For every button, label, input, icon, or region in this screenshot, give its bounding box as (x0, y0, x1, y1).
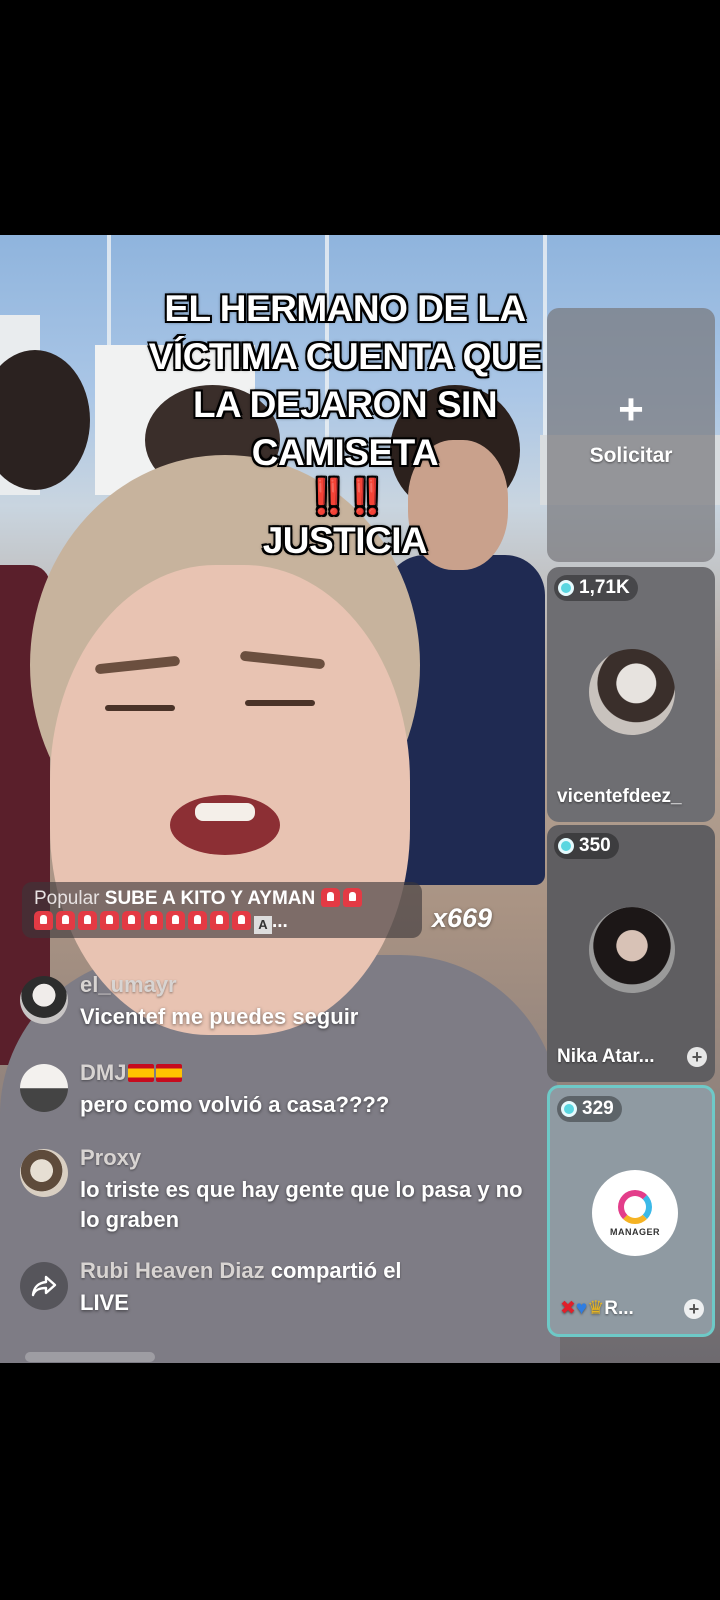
guest-name-row: ✖♥♛R... + (560, 1297, 704, 1320)
guest-name: vicentefdeez_ (557, 786, 682, 807)
streamer-eye (105, 705, 175, 711)
manager-logo-icon (618, 1189, 652, 1224)
crown-icon: ♛ (587, 1298, 605, 1319)
streamer-eye (245, 700, 315, 706)
guest-avatar-logo[interactable]: MANAGER (592, 1170, 678, 1256)
viewer-count-badge: 1,71K (554, 575, 638, 601)
caption-line: JUSTICIA (262, 520, 428, 561)
viewer-count-badge: 329 (557, 1096, 622, 1122)
siren-icon (320, 888, 340, 907)
comment-username: DMJ (80, 1060, 127, 1085)
caption-line: EL HERMANO DE LA (164, 288, 526, 329)
logo-text: MANAGER (610, 1226, 660, 1237)
siren-icon (144, 911, 163, 930)
screen: EL HERMANO DE LA VÍCTIMA CUENTA QUE LA D… (0, 0, 720, 1600)
plus-icon: + (618, 385, 644, 434)
background-person-hair (0, 350, 90, 490)
viewer-dot-icon (558, 838, 574, 854)
gift-combo-count: x669 (432, 903, 493, 933)
guest-panel[interactable]: 350 Nika Atar... + (547, 825, 715, 1082)
viewer-count-badge: 350 (554, 833, 619, 859)
siren-icon (122, 911, 141, 930)
comment-text: lo triste es que hay gente que lo pasa y… (80, 1177, 523, 1232)
viewer-dot-icon (561, 1101, 577, 1117)
guest-name-row: Nika Atar... + (557, 1046, 707, 1068)
siren-icon (34, 911, 53, 930)
comment-avatar[interactable] (20, 1064, 68, 1112)
spain-flag-icon (156, 1064, 183, 1082)
siren-icon (188, 911, 207, 930)
share-icon (20, 1262, 68, 1310)
caption-line: LA DEJARON SIN (192, 384, 498, 425)
guest-panel[interactable]: 1,71K vicentefdeez_ (547, 567, 715, 822)
viewer-count: 1,71K (579, 577, 630, 598)
popular-line: A... (34, 910, 410, 934)
viewer-dot-icon (558, 580, 574, 596)
siren-icon (166, 911, 185, 930)
guest-name-with-emojis: ✖♥♛R... (560, 1297, 634, 1320)
streamer-teeth (195, 803, 255, 821)
comment-input-edge[interactable] (25, 1352, 155, 1362)
comment-avatar[interactable] (20, 976, 68, 1024)
share-username[interactable]: Rubi Heaven Diaz (80, 1258, 265, 1283)
comment-username[interactable]: Proxy (80, 1145, 141, 1171)
guest-name: R... (604, 1298, 634, 1319)
popular-banner[interactable]: Popular SUBE A KITO Y AYMAN A... (22, 882, 422, 938)
siren-icon (342, 888, 362, 907)
viewer-count: 350 (579, 835, 611, 856)
comment-username-row[interactable]: DMJ (80, 1060, 183, 1086)
caption-line: CAMISETA (251, 432, 439, 473)
blue-heart-icon: ♥ (575, 1298, 588, 1319)
red-x-icon: ✖ (560, 1298, 576, 1319)
spain-flag-icon (128, 1064, 155, 1082)
guest-name-row: vicentefdeez_ (557, 786, 707, 808)
guest-panel[interactable]: 329 MANAGER ✖♥♛R... + (547, 1085, 715, 1337)
share-action: compartió el (270, 1258, 402, 1283)
guest-avatar[interactable] (589, 649, 675, 735)
viewer-count: 329 (582, 1098, 614, 1119)
caption-line: VÍCTIMA CUENTA QUE (148, 336, 542, 377)
request-join-button[interactable]: + Solicitar (547, 308, 715, 562)
share-target: LIVE (80, 1290, 129, 1315)
popular-line: Popular SUBE A KITO Y AYMAN (34, 887, 410, 910)
comment-avatar[interactable] (20, 1149, 68, 1197)
follow-plus-button[interactable]: + (684, 1298, 704, 1319)
comment-text: pero como volvió a casa???? (80, 1092, 390, 1117)
letter-a-icon: A (254, 916, 272, 934)
popular-ellipsis: ... (272, 911, 288, 932)
popular-text: SUBE A KITO Y AYMAN (104, 888, 316, 909)
comment-text: Vicentef me puedes seguir (80, 1004, 359, 1029)
popular-tag: Popular (34, 888, 100, 909)
video-caption: EL HERMANO DE LA VÍCTIMA CUENTA QUE LA D… (110, 285, 580, 565)
guest-avatar[interactable] (589, 907, 675, 993)
request-join-label: Solicitar (589, 444, 673, 467)
share-line: Rubi Heaven Diaz compartió el (80, 1258, 402, 1284)
siren-icon (78, 911, 97, 930)
guest-name: Nika Atar... (557, 1046, 655, 1067)
double-exclamation-icons: ‼️‼️ (306, 478, 388, 516)
siren-icon (210, 911, 229, 930)
siren-icon (56, 911, 75, 930)
siren-icon (232, 911, 251, 930)
comment-username[interactable]: el_umayr (80, 972, 177, 998)
follow-plus-button[interactable]: + (687, 1047, 707, 1067)
siren-icon (100, 911, 119, 930)
